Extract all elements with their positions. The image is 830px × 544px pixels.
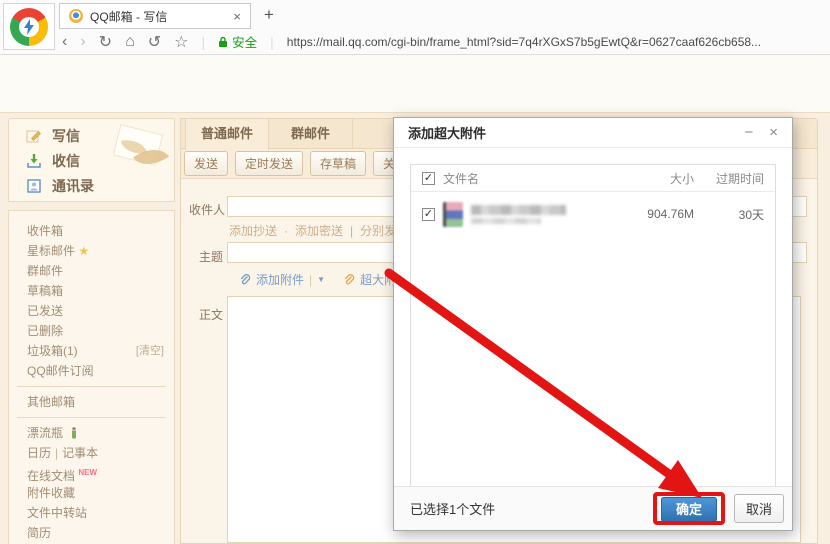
tab-close-icon[interactable]: × [233,9,241,24]
mail-header: M il QQ邮箱 mail.qq.com 邮箱首页 | 设置 - 换肤 [0,55,830,158]
file-size: 904.76M [647,207,694,221]
sidebar-item-online-docs[interactable]: 在线文档 NEW [9,463,174,483]
empty-trash-link[interactable]: [清空] [136,341,164,361]
sidebar-item-compose[interactable]: 写信 [9,123,174,148]
media-file-icon [443,201,463,227]
paperclip-icon [240,274,251,285]
home-icon[interactable]: ⌂ [125,33,135,51]
recipient-label: 收件人 [188,203,225,217]
security-indicator[interactable]: 安全 [218,32,257,51]
sidebar-folder-drafts[interactable]: 草稿箱 [9,281,174,301]
compose-pencil-icon [26,130,41,142]
send-button[interactable]: 发送 [184,151,229,176]
qqmail-favicon [69,9,83,23]
close-icon[interactable]: × [769,124,778,141]
undo-icon[interactable]: ↺ [148,32,161,52]
sidebar-folders: 收件箱 星标邮件 ★ 群邮件 草稿箱 已发送 已删除 [清空] 垃圾箱(1) QQ… [8,210,175,544]
cc-bcc-links: 添加抄送 · 添加密送 | 分别发送 [229,222,409,239]
qq-mail-compose-screen: QQ邮箱 - 写信 × + ‹ › ↻ ⌂ ↺ ☆ | 安全 | https:/… [0,0,830,544]
star-icon: ★ [78,244,90,258]
sidebar-item-other-mailboxes[interactable]: 其他邮箱 [9,392,174,412]
sidebar-folder-starred[interactable]: 星标邮件 ★ [9,241,174,261]
forward-icon[interactable]: › [80,33,85,51]
add-cc-link[interactable]: 添加抄送 [229,222,277,239]
browser-navbar: ‹ › ↻ ⌂ ↺ ☆ | 安全 | https://mail.qq.com/c… [62,28,761,55]
body-label: 正文 [199,308,224,322]
confirm-button[interactable]: 确定 [660,497,717,522]
bookmark-star-icon[interactable]: ☆ [174,32,188,52]
address-url[interactable]: https://mail.qq.com/cgi-bin/frame_html?s… [287,35,761,49]
size-header: 大小 [669,171,694,186]
sidebar-item-inbox-check[interactable]: 收信 [9,148,174,173]
cancel-button[interactable]: 取消 [733,494,784,523]
sidebar-folder-subscriptions[interactable]: QQ邮件订阅 [9,361,174,381]
expire-header: 过期时间 [715,171,764,186]
new-tab-button[interactable]: + [264,5,274,25]
security-label: 安全 [232,36,258,50]
sidebar-folder-deleted[interactable]: 已删除 [9,321,174,341]
paperclip-icon [344,274,355,285]
sidebar-folder-trash[interactable]: [清空] 垃圾箱(1) [9,341,174,361]
add-attachment-link[interactable]: 添加附件 [256,271,304,288]
chevron-down-icon[interactable]: ▼ [317,275,325,284]
browser-logo-button[interactable] [3,3,55,50]
sidebar-item-label: 写信 [52,127,80,144]
browser-tab[interactable]: QQ邮箱 - 写信 × [59,3,251,29]
browser-logo-icon [10,7,48,46]
divider: | [201,33,206,50]
sidebar-item-file-transfer[interactable]: 文件中转站 [9,503,174,523]
sidebar-folder-sent[interactable]: 已发送 [9,301,174,321]
notes-link[interactable]: 记事本 [62,446,98,460]
file-list-header: ✓ 文件名 大小 过期时间 [411,165,775,192]
sidebar-item-label: 通讯录 [52,177,94,194]
browser-chrome: QQ邮箱 - 写信 × + ‹ › ↻ ⌂ ↺ ☆ | 安全 | https:/… [0,0,830,55]
sidebar-item-drift-bottle[interactable]: 漂流瓶 [9,423,174,443]
file-checkbox[interactable]: ✓ [422,207,435,221]
lightning-icon [24,18,34,35]
sidebar-item-calendar-notes[interactable]: 日历 | 记事本 [9,443,174,463]
selected-count-text: 已选择1个文件 [410,502,496,517]
large-attachment-dialog: 添加超大附件 − × ✓ 文件名 大小 过期时间 ✓ 904.76M 30天 已… [393,117,793,531]
new-badge: NEW [78,468,98,477]
dialog-title: 添加超大附件 [408,126,487,141]
sidebar-item-resume[interactable]: 简历 [9,523,174,543]
divider [17,386,166,387]
save-draft-button[interactable]: 存草稿 [310,151,367,176]
sidebar-item-label: 收信 [52,152,80,169]
minimize-icon[interactable]: − [744,124,753,141]
scheduled-send-button[interactable]: 定时发送 [235,151,304,176]
tab-group-mail[interactable]: 群邮件 [269,119,353,148]
refresh-icon[interactable]: ↻ [99,32,112,52]
lock-icon [219,36,228,47]
divider [17,417,166,418]
filename-header: 文件名 [443,171,480,186]
receive-mail-icon [27,153,41,168]
dialog-footer: 已选择1个文件 确定 取消 [394,486,792,530]
redacted-filename [471,204,566,224]
select-all-checkbox[interactable]: ✓ [422,171,435,185]
file-expiry: 30天 [738,207,764,222]
contacts-icon [27,178,41,193]
sidebar-actions: 写信 收信 通讯录 [8,118,175,202]
subject-label: 主题 [199,250,224,264]
back-icon[interactable]: ‹ [62,33,67,51]
bottle-icon [72,427,77,439]
divider: | [270,33,274,50]
file-list: ✓ 文件名 大小 过期时间 ✓ 904.76M 30天 [410,164,776,488]
sidebar-folder-inbox[interactable]: 收件箱 [9,221,174,241]
calendar-link[interactable]: 日历 [27,446,51,460]
dialog-titlebar: 添加超大附件 − × [394,118,792,148]
file-row[interactable]: ✓ 904.76M 30天 [411,192,775,236]
add-bcc-link[interactable]: 添加密送 [295,222,343,239]
sidebar-item-contacts[interactable]: 通讯录 [9,173,174,198]
tab-normal-mail[interactable]: 普通邮件 [185,119,269,150]
tab-title: QQ邮箱 - 写信 [90,9,168,24]
sidebar-folder-group-mail[interactable]: 群邮件 [9,261,174,281]
sidebar-item-attachment-favorites[interactable]: 附件收藏 [9,483,174,503]
